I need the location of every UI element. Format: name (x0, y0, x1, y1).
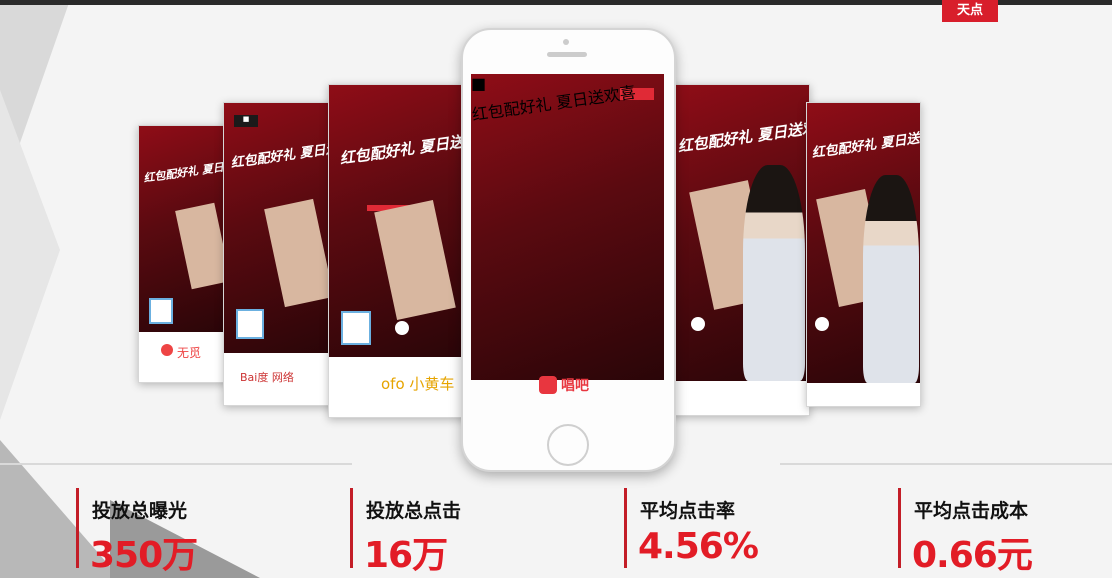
app-logo: 唱吧 (539, 375, 589, 395)
poster-headline: 红包配好礼 夏日送欢喜 (676, 116, 809, 156)
poster-headline: 红包配好礼 夏日送欢喜 (471, 82, 637, 125)
poster-headline: 红包配好礼 夏日送欢喜 (142, 156, 227, 185)
ad-poster: 红包配好礼 夏日送欢喜 (329, 85, 466, 357)
brand-logo: 天点 (942, 0, 998, 22)
qr-code (149, 298, 173, 324)
ad-poster: 红包配好礼 夏日送欢喜 (671, 85, 809, 381)
card-footer-label: 无觅 (177, 346, 202, 360)
poster-headline: 红包配好礼 夏日送欢喜 (229, 137, 334, 172)
stat-value: 16万 (364, 535, 448, 576)
phone-screen-ad: ■ 红包配好礼 夏日送欢喜 (471, 74, 664, 380)
card-footer-label: ofo 小黄车 (381, 375, 455, 393)
home-button (547, 424, 589, 466)
poster-headline: 红包配好礼 夏日送欢喜 (810, 127, 920, 162)
app-logo-icon (161, 344, 173, 356)
ad-card-4: 红包配好礼 夏日送欢喜 (670, 84, 810, 416)
spokesperson-figure (863, 175, 919, 383)
phone-camera (563, 39, 569, 45)
stat-value: 0.66元 (912, 535, 1033, 576)
spokesperson-figure (471, 232, 553, 380)
divider-right (780, 463, 1112, 465)
stat-value: 4.56% (638, 526, 759, 567)
stat-label: 平均点击成本 (914, 500, 1029, 522)
qr-code (341, 311, 371, 345)
stat-label: 平均点击率 (640, 500, 736, 522)
card-footer-label: Bai度 网络 (240, 371, 294, 384)
ad-card-2: ■ 红包配好礼 夏日送欢喜 Bai度 网络 (223, 102, 335, 406)
app-name: 唱吧 (561, 378, 589, 394)
ad-card-3: 红包配好礼 夏日送欢喜 ofo 小黄车 (328, 84, 467, 418)
spokesperson-figure (743, 165, 805, 381)
stat-value: 350万 (90, 535, 198, 576)
ad-card-5: 红包配好礼 夏日送欢喜 (806, 102, 921, 407)
ad-poster: 红包配好礼 夏日送欢喜 (139, 126, 227, 332)
poster-headline: 红包配好礼 夏日送欢喜 (338, 128, 466, 168)
qr-code (236, 309, 264, 339)
ad-poster: ■ 红包配好礼 夏日送欢喜 (224, 103, 334, 353)
divider-left (0, 463, 352, 465)
app-icon (539, 376, 557, 394)
phone-mockup: ■ 红包配好礼 夏日送欢喜 唱吧 (461, 28, 676, 472)
stat-label: 投放总曝光 (92, 500, 188, 522)
stat-label: 投放总点击 (366, 500, 462, 522)
ad-poster: 红包配好礼 夏日送欢喜 (807, 103, 920, 383)
ad-card-1: 红包配好礼 夏日送欢喜 无觅 (138, 125, 228, 383)
phone-speaker (547, 52, 587, 57)
